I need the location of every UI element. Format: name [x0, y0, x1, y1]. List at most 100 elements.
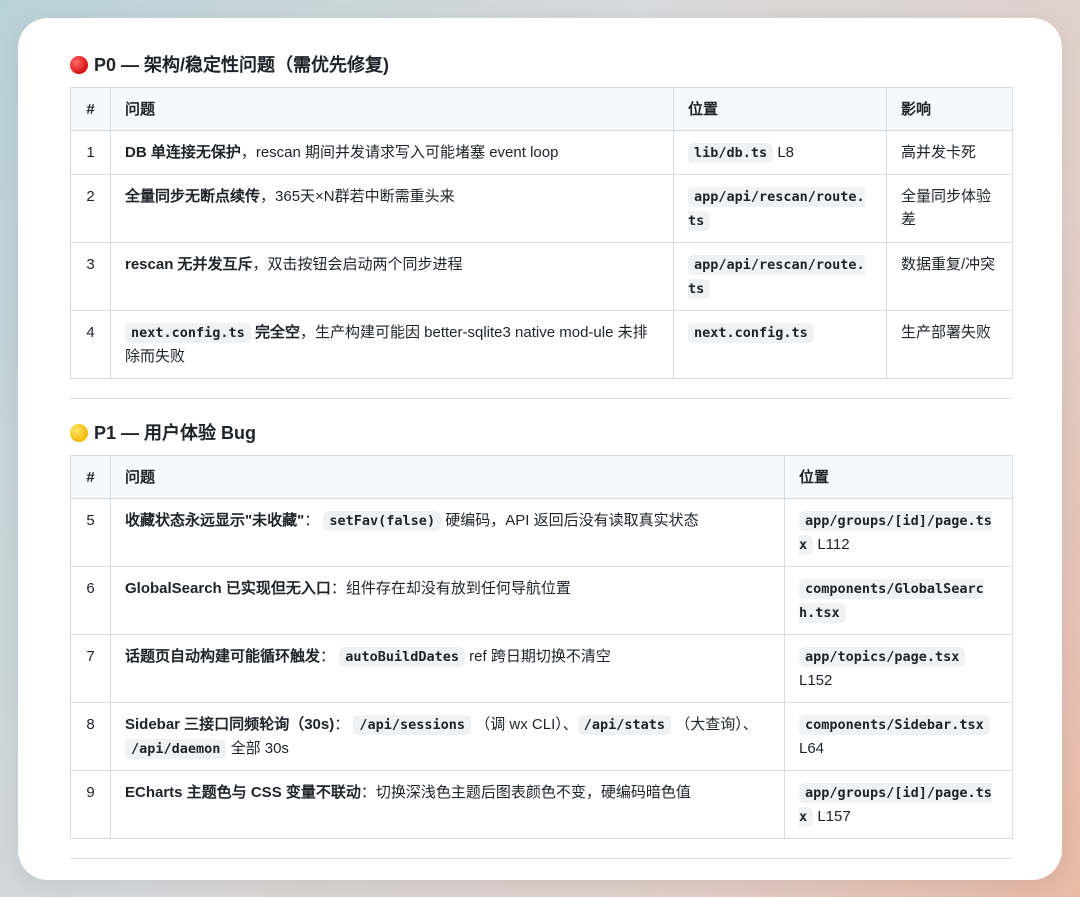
bottom-divider	[70, 858, 1012, 859]
location-code: app/api/rescan/route.ts	[688, 255, 865, 299]
p1-header-issue: 问题	[110, 455, 785, 499]
row-number: 1	[70, 130, 111, 175]
location-cell: app/api/rescan/route.ts	[673, 174, 887, 243]
issue-text: ref 跨日期切换不清空	[464, 648, 611, 665]
table-row: 3 rescan 无并发互斥，双击按钮会启动两个同步进程 app/api/res…	[70, 242, 1013, 311]
table-row: 2 全量同步无断点续传，365天×N群若中断需重头来 app/api/resca…	[70, 174, 1013, 243]
issue-text: ：组件存在却没有放到任何导航位置	[330, 580, 571, 597]
row-number: 9	[70, 770, 111, 839]
p1-heading: P1 — 用户体验 Bug	[70, 420, 256, 446]
row-number: 6	[70, 566, 111, 635]
issue-text: ：	[334, 716, 354, 733]
p1-table: # 问题 位置 5 收藏状态永远显示"未收藏"： setFav(false) 硬编…	[70, 455, 1013, 839]
issue-bold: 收藏状态永远显示"未收藏"	[125, 512, 305, 529]
issue-text: ，365天×N群若中断需重头来	[260, 188, 455, 205]
location-cell: app/api/rescan/route.ts	[673, 242, 887, 311]
table-row: 8 Sidebar 三接口同频轮询（30s)： /api/sessions （调 …	[70, 702, 1013, 771]
location-cell: lib/db.ts L8	[673, 130, 887, 175]
row-number: 3	[70, 242, 111, 311]
issue-code: /api/sessions	[353, 715, 472, 735]
issue-text: （调 wx CLI）、	[471, 716, 578, 733]
issue-code: /api/stats	[577, 715, 672, 735]
row-number: 8	[70, 702, 111, 771]
p0-header-row: # 问题 位置 影响	[70, 87, 1013, 131]
p1-header-row: # 问题 位置	[70, 455, 1013, 499]
issue-bold: ECharts 主题色与 CSS 变量不联动	[125, 784, 361, 801]
location-cell: app/groups/[id]/page.tsx L157	[784, 770, 1013, 839]
issue-code: autoBuildDates	[339, 647, 465, 667]
table-row: 4 next.config.ts 完全空，生产构建可能因 better-sqli…	[70, 310, 1013, 379]
document-card: P0 — 架构/稳定性问题（需优先修复) # 问题 位置 影响 1 DB 单连接…	[18, 18, 1062, 880]
issue-bold: 话题页自动构建可能循环触发	[125, 648, 321, 665]
location-cell: app/topics/page.tsx L152	[784, 634, 1013, 703]
location-line: L152	[799, 672, 833, 689]
issue-cell: 收藏状态永远显示"未收藏"： setFav(false) 硬编码，API 返回后…	[110, 498, 785, 567]
red-circle-icon	[70, 56, 88, 74]
impact-cell: 生产部署失败	[886, 310, 1013, 379]
issue-cell: next.config.ts 完全空，生产构建可能因 better-sqlite…	[110, 310, 674, 379]
issue-bold: 完全空	[254, 324, 300, 341]
location-code: lib/db.ts	[688, 143, 774, 163]
issue-code: next.config.ts	[125, 323, 251, 343]
p1-title: P1 — 用户体验 Bug	[94, 423, 257, 443]
issue-cell: 话题页自动构建可能循环触发： autoBuildDates ref 跨日期切换不…	[110, 634, 785, 703]
row-number: 2	[70, 174, 111, 243]
p1-header-location: 位置	[784, 455, 1013, 499]
location-cell: components/Sidebar.tsx L64	[784, 702, 1013, 771]
issue-text: 全部 30s	[226, 740, 289, 757]
issue-bold: Sidebar 三接口同频轮询（30s)	[125, 716, 335, 733]
location-cell: components/GlobalSearch.tsx	[784, 566, 1013, 635]
issue-code: setFav(false)	[323, 511, 442, 531]
issue-cell: ECharts 主题色与 CSS 变量不联动：切换深浅色主题后图表颜色不变，硬编…	[110, 770, 785, 839]
issue-cell: rescan 无并发互斥，双击按钮会启动两个同步进程	[110, 242, 674, 311]
issue-bold: DB 单连接无保护	[125, 144, 241, 161]
row-number: 4	[70, 310, 111, 379]
p0-header-impact: 影响	[886, 87, 1013, 131]
p0-header-location: 位置	[673, 87, 887, 131]
table-row: 6 GlobalSearch 已实现但无入口：组件存在却没有放到任何导航位置 com…	[70, 566, 1013, 635]
p1-table-body: 5 收藏状态永远显示"未收藏"： setFav(false) 硬编码，API 返回…	[70, 498, 1013, 839]
issue-bold: GlobalSearch 已实现但无入口	[125, 580, 331, 597]
table-row: 7 话题页自动构建可能循环触发： autoBuildDates ref 跨日期切换…	[70, 634, 1013, 703]
issue-cell: GlobalSearch 已实现但无入口：组件存在却没有放到任何导航位置	[110, 566, 785, 635]
location-cell: app/groups/[id]/page.tsx L112	[784, 498, 1013, 567]
issue-text: ：	[320, 648, 340, 665]
table-row: 5 收藏状态永远显示"未收藏"： setFav(false) 硬编码，API 返回…	[70, 498, 1013, 567]
issue-cell: DB 单连接无保护，rescan 期间并发请求写入可能堵塞 event loop	[110, 130, 674, 175]
issue-bold: rescan 无并发互斥	[125, 256, 253, 273]
issue-bold: 全量同步无断点续传	[125, 188, 261, 205]
issue-text: ：	[304, 512, 324, 529]
issue-text: 硬编码，API 返回后没有读取真实状态	[441, 512, 699, 529]
issue-text: ，双击按钮会启动两个同步进程	[252, 256, 463, 273]
yellow-circle-icon	[70, 424, 88, 442]
issue-text: ：切换深浅色主题后图表颜色不变，硬编码暗色值	[360, 784, 691, 801]
issue-cell: 全量同步无断点续传，365天×N群若中断需重头来	[110, 174, 674, 243]
location-line: L112	[817, 536, 850, 553]
p0-table: # 问题 位置 影响 1 DB 单连接无保护，rescan 期间并发请求写入可能…	[70, 87, 1013, 379]
location-code: components/GlobalSearch.tsx	[799, 579, 984, 623]
issue-cell: Sidebar 三接口同频轮询（30s)： /api/sessions （调 w…	[110, 702, 785, 771]
impact-cell: 数据重复/冲突	[886, 242, 1013, 311]
p0-header-num: #	[70, 87, 111, 131]
location-cell: next.config.ts	[673, 310, 887, 379]
row-number: 5	[70, 498, 111, 567]
p1-header-num: #	[70, 455, 111, 499]
location-code: next.config.ts	[688, 323, 814, 343]
location-code: app/api/rescan/route.ts	[688, 187, 865, 231]
impact-cell: 全量同步体验差	[886, 174, 1013, 243]
table-row: 9 ECharts 主题色与 CSS 变量不联动：切换深浅色主题后图表颜色不变，硬…	[70, 770, 1013, 839]
p0-heading: P0 — 架构/稳定性问题（需优先修复)	[70, 52, 389, 78]
location-line: L8	[777, 144, 795, 161]
location-line: L64	[799, 740, 825, 757]
location-line: L157	[817, 808, 851, 825]
row-number: 7	[70, 634, 111, 703]
section-divider	[70, 398, 1012, 399]
location-code: app/topics/page.tsx	[799, 647, 966, 667]
location-code: components/Sidebar.tsx	[799, 715, 990, 735]
table-row: 1 DB 单连接无保护，rescan 期间并发请求写入可能堵塞 event lo…	[70, 130, 1013, 175]
issue-text: （大查询）、	[671, 716, 758, 733]
issue-text: ，rescan 期间并发请求写入可能堵塞 event loop	[240, 144, 559, 161]
p0-title: P0 — 架构/稳定性问题（需优先修复)	[94, 55, 390, 75]
issue-code: /api/daemon	[125, 739, 227, 759]
impact-cell: 高并发卡死	[886, 130, 1013, 175]
